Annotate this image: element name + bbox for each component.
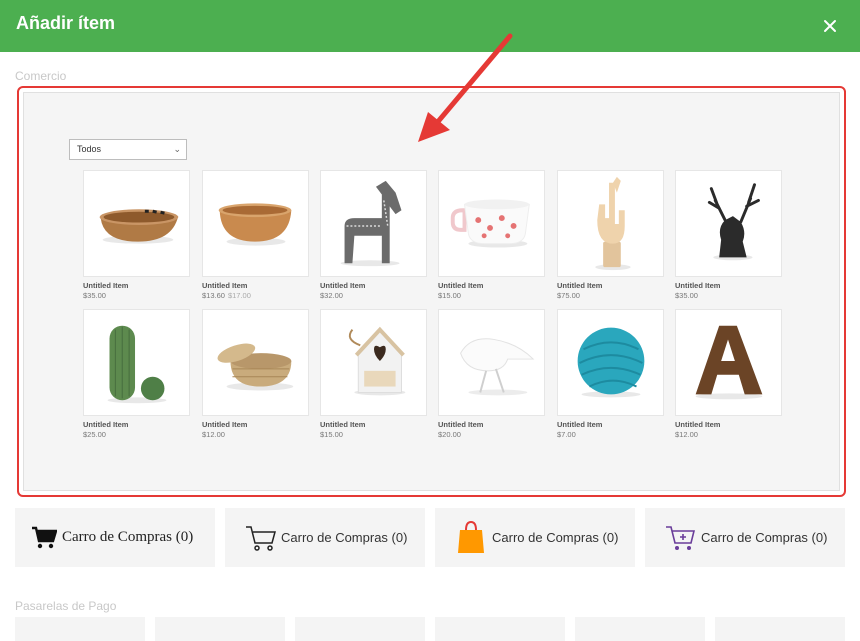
floral-mug-image <box>438 170 545 277</box>
payment-gateway-tile[interactable] <box>715 617 845 641</box>
product-name: Untitled Item <box>438 420 484 429</box>
category-filter-value: Todos <box>77 144 102 154</box>
purple-cart-icon <box>666 526 695 550</box>
gray-wooden-horse-image <box>320 170 427 277</box>
product-name: Untitled Item <box>675 420 721 429</box>
cart-widget-purple[interactable]: Carro de Compras (0) <box>645 508 845 567</box>
wooden-letter-a-image <box>675 309 782 416</box>
shop-panel: Todos ⌄ Untitled Item $35.00 Untitled It <box>23 92 840 491</box>
cart-widget-outline[interactable]: Carro de Compras (0) <box>225 508 425 567</box>
product-card[interactable]: Untitled Item $15.00 <box>320 309 427 439</box>
cart-label: Carro de Compras (0) <box>62 529 194 545</box>
teal-yarn-ball-image <box>557 309 664 416</box>
birdhouse-decor-image <box>320 309 427 416</box>
product-name: Untitled Item <box>557 281 603 290</box>
shop-widget[interactable]: Todos ⌄ Untitled Item $35.00 Untitled It <box>17 86 846 497</box>
product-card[interactable]: Untitled Item $13.60 $17.00 <box>202 170 309 300</box>
wooden-bowl-image <box>202 170 309 277</box>
product-card[interactable]: Untitled Item $35.00 <box>675 170 782 300</box>
payment-gateway-tile[interactable] <box>155 617 285 641</box>
product-price: $25.00 <box>83 430 106 439</box>
close-icon[interactable] <box>818 14 842 38</box>
product-name: Untitled Item <box>438 281 484 290</box>
outline-cart-icon <box>246 526 276 551</box>
product-card[interactable]: Untitled Item $15.00 <box>438 170 545 300</box>
product-card[interactable]: Untitled Item $35.00 <box>83 170 190 300</box>
product-card[interactable]: Untitled Item $7.00 <box>557 309 664 439</box>
cart-label: Carro de Compras (0) <box>492 530 619 545</box>
product-name: Untitled Item <box>83 281 129 290</box>
product-sale-price: $13.60 <box>202 291 225 300</box>
product-card[interactable]: Untitled Item $75.00 <box>557 170 664 300</box>
product-name: Untitled Item <box>557 420 603 429</box>
product-old-price: $17.00 <box>227 291 251 300</box>
product-name: Untitled Item <box>83 420 129 429</box>
cart-label: Carro de Compras (0) <box>701 530 828 545</box>
product-price: $7.00 <box>557 430 576 439</box>
section-label-gateways: Pasarelas de Pago <box>15 599 117 613</box>
payment-gateway-tile[interactable] <box>435 617 565 641</box>
cart-label: Carro de Compras (0) <box>281 530 408 545</box>
section-label-shop: Comercio <box>15 69 67 83</box>
product-price: $20.00 <box>438 430 461 439</box>
product-price: $35.00 <box>83 291 106 300</box>
product-price: $12.00 <box>675 430 698 439</box>
payment-gateway-tile[interactable] <box>295 617 425 641</box>
product-name: Untitled Item <box>202 281 248 290</box>
product-price: $15.00 <box>438 291 461 300</box>
product-price: $12.00 <box>202 430 225 439</box>
wooden-hand-image <box>557 170 664 277</box>
payment-gateway-tile[interactable] <box>15 617 145 641</box>
cart-widget-orange[interactable]: Carro de Compras (0) <box>435 508 635 567</box>
ceramic-cactus-image <box>83 309 190 416</box>
product-card[interactable]: Untitled Item $12.00 <box>675 309 782 439</box>
chevron-down-icon: ⌄ <box>173 144 181 154</box>
product-name: Untitled Item <box>320 281 366 290</box>
product-name: Untitled Item <box>675 281 721 290</box>
white-bird-image <box>438 309 545 416</box>
product-name: Untitled Item <box>320 420 366 429</box>
product-card[interactable]: Untitled Item $25.00 <box>83 309 190 439</box>
product-card[interactable]: Untitled Item $32.00 <box>320 170 427 300</box>
product-price: $35.00 <box>675 291 698 300</box>
product-price: $15.00 <box>320 430 343 439</box>
black-cart-icon <box>32 526 57 549</box>
black-deer-head-image <box>675 170 782 277</box>
orange-bag-icon <box>458 520 484 553</box>
category-filter-select[interactable]: Todos ⌄ <box>69 139 187 160</box>
product-name: Untitled Item <box>202 420 248 429</box>
dialog-header: Añadir ítem <box>0 0 860 52</box>
woven-basket-image <box>202 309 309 416</box>
payment-gateway-tile[interactable] <box>575 617 705 641</box>
striped-wooden-bowl-image <box>83 170 190 277</box>
dialog-title: Añadir ítem <box>16 13 116 33</box>
product-price: $75.00 <box>557 291 580 300</box>
cart-widget-black[interactable]: Carro de Compras (0) <box>15 508 215 567</box>
product-price: $32.00 <box>320 291 343 300</box>
product-price: $13.60 $17.00 <box>202 291 309 300</box>
product-card[interactable]: Untitled Item $20.00 <box>438 309 545 439</box>
product-card[interactable]: Untitled Item $12.00 <box>202 309 309 439</box>
